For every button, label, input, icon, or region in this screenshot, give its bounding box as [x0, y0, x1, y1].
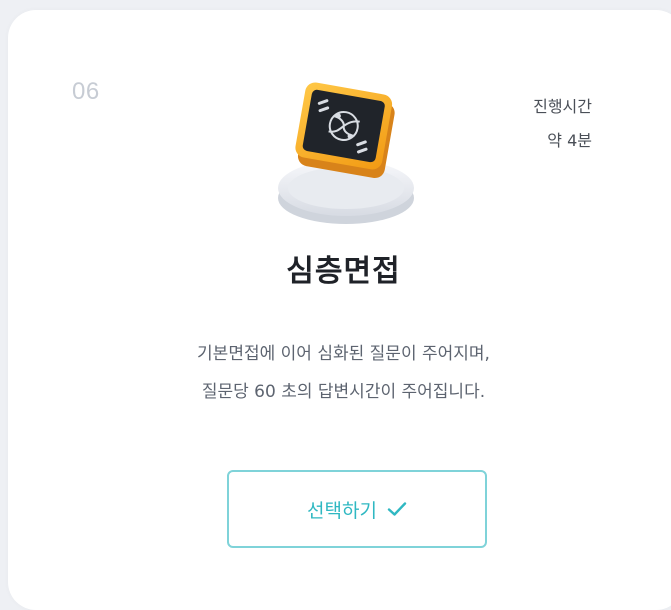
duration-info: 진행시간 약 4분 [533, 90, 592, 158]
description-line-1: 기본면접에 이어 심화된 질문이 주어지며, [197, 344, 490, 364]
description-line-2: 질문당 60 초의 답변시간이 주어집니다. [201, 382, 486, 402]
interview-step-card: 06 진행시간 약 4분 심층면접 기본면접에 이어 심화된 질문이 주어지며,… [8, 10, 671, 610]
card-description: 기본면접에 이어 심화된 질문이 주어지며, 질문당 60 초의 답변시간이 주… [8, 335, 671, 411]
duration-value: 약 4분 [547, 131, 592, 150]
select-button[interactable]: 선택하기 [227, 470, 487, 548]
interview-monitor-icon [278, 82, 414, 224]
card-title: 심층면접 [286, 254, 401, 289]
select-button-label: 선택하기 [307, 500, 377, 522]
step-number: 06 [72, 78, 100, 105]
duration-label: 진행시간 [533, 97, 592, 116]
check-icon [387, 502, 407, 516]
